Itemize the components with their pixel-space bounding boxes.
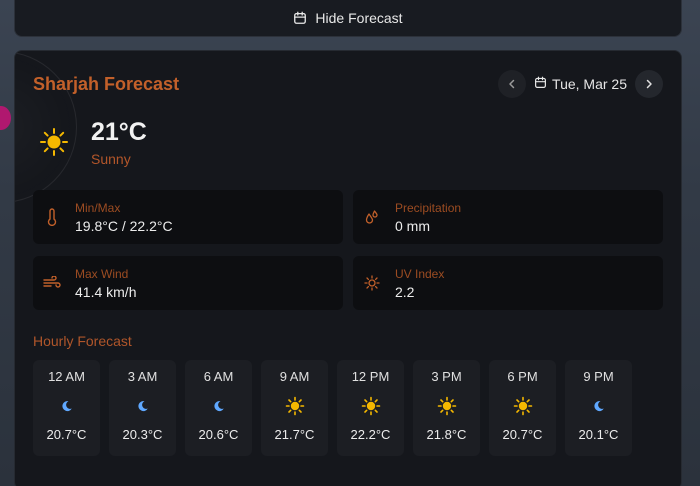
hour-temp: 22.2°C xyxy=(350,427,391,442)
stat-min-max: Min/Max 19.8°C / 22.2°C xyxy=(33,190,343,244)
hour-item: 9 AM 21.7°C xyxy=(261,360,328,456)
hour-temp: 20.3°C xyxy=(122,427,163,442)
stat-value: 0 mm xyxy=(395,217,430,234)
sun-icon xyxy=(285,395,305,417)
stat-value: 2.2 xyxy=(395,283,415,300)
hour-time: 6 AM xyxy=(203,369,234,384)
hour-item: 6 AM 20.6°C xyxy=(185,360,252,456)
hour-time: 6 PM xyxy=(507,369,538,384)
stat-label: Max Wind xyxy=(75,266,129,281)
previous-day-button[interactable] xyxy=(498,70,527,98)
hour-item: 3 PM 21.8°C xyxy=(413,360,480,456)
chevron-left-icon xyxy=(507,76,517,92)
hide-forecast-button[interactable]: Hide Forecast xyxy=(14,0,682,37)
hour-item: 6 PM 20.7°C xyxy=(489,360,556,456)
calendar-icon xyxy=(293,11,307,25)
stat-label: Precipitation xyxy=(395,200,462,215)
hour-time: 9 AM xyxy=(279,369,310,384)
hour-item: 9 PM 20.1°C xyxy=(565,360,632,456)
hour-time: 3 PM xyxy=(431,369,462,384)
hourly-forecast-heading: Hourly Forecast xyxy=(33,333,132,349)
stat-precipitation: Precipitation 0 mm xyxy=(353,190,663,244)
thermometer-icon xyxy=(43,208,61,226)
stat-uv-index: UV Index 2.2 xyxy=(353,256,663,310)
floating-indicator-dot xyxy=(0,106,11,130)
stat-label: Min/Max xyxy=(75,200,121,215)
moon-icon xyxy=(61,395,73,417)
selected-date: Tue, Mar 25 xyxy=(532,76,629,92)
date-navigator: Tue, Mar 25 xyxy=(498,70,663,98)
moon-icon xyxy=(593,395,605,417)
hour-temp: 20.7°C xyxy=(46,427,87,442)
chevron-right-icon xyxy=(644,76,654,92)
hour-item: 3 AM 20.3°C xyxy=(109,360,176,456)
hourly-forecast-list: 12 AM 20.7°C 3 AM 20.3°C 6 AM 20.6°C 9 A… xyxy=(33,360,632,456)
hour-item: 12 PM 22.2°C xyxy=(337,360,404,456)
moon-icon xyxy=(213,395,225,417)
calendar-icon xyxy=(534,76,547,92)
hour-temp: 20.1°C xyxy=(578,427,619,442)
hour-time: 12 AM xyxy=(48,369,85,384)
wind-icon xyxy=(43,276,61,290)
date-text: Tue, Mar 25 xyxy=(552,76,627,92)
hour-time: 12 PM xyxy=(351,369,390,384)
hour-temp: 21.7°C xyxy=(274,427,315,442)
hour-time: 9 PM xyxy=(583,369,614,384)
hour-temp: 20.7°C xyxy=(502,427,543,442)
hide-forecast-label: Hide Forecast xyxy=(315,10,403,26)
droplets-icon xyxy=(363,209,381,225)
next-day-button[interactable] xyxy=(635,70,663,98)
stat-value: 19.8°C / 22.2°C xyxy=(75,217,173,234)
sun-icon xyxy=(39,127,69,162)
stat-label: UV Index xyxy=(395,266,445,281)
uv-sun-icon xyxy=(363,275,381,291)
current-weather: 21°C Sunny xyxy=(33,117,147,167)
current-condition: Sunny xyxy=(91,151,131,167)
sun-icon xyxy=(437,395,457,417)
moon-icon xyxy=(137,395,149,417)
forecast-card: Sharjah Forecast Tue, Mar 25 21°C Sunny … xyxy=(14,50,682,486)
stat-max-wind: Max Wind 41.4 km/h xyxy=(33,256,343,310)
stat-value: 41.4 km/h xyxy=(75,283,137,300)
forecast-title: Sharjah Forecast xyxy=(33,74,180,94)
current-temperature: 21°C xyxy=(91,118,147,146)
sun-icon xyxy=(513,395,533,417)
hour-temp: 20.6°C xyxy=(198,427,239,442)
hour-temp: 21.8°C xyxy=(426,427,467,442)
hour-item: 12 AM 20.7°C xyxy=(33,360,100,456)
sun-icon xyxy=(361,395,381,417)
hour-time: 3 AM xyxy=(127,369,158,384)
